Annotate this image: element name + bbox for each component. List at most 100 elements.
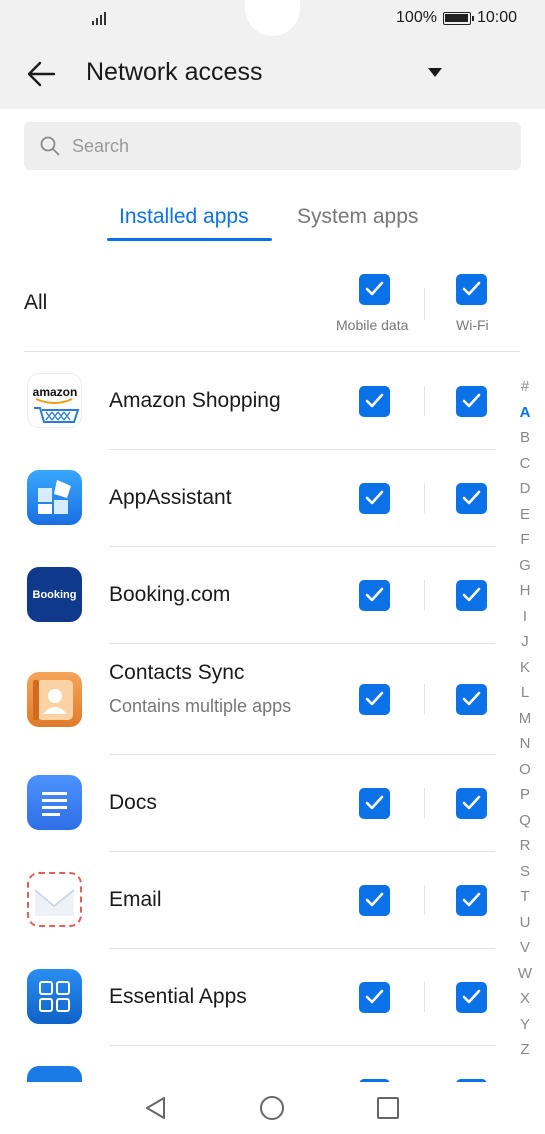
amazon-mobile-data-checkbox[interactable]	[359, 386, 390, 417]
app-name: Email	[109, 888, 162, 911]
booking-mobile-data-checkbox[interactable]	[359, 580, 390, 611]
dropdown-menu-icon[interactable]	[428, 68, 442, 77]
row-divider	[109, 449, 495, 450]
contacts-sync-wifi-checkbox[interactable]	[456, 684, 487, 715]
alphabet-index-letter[interactable]: N	[512, 735, 538, 752]
column-divider	[424, 885, 425, 915]
alphabet-index-letter[interactable]: V	[512, 939, 538, 956]
alphabet-index-letter[interactable]: T	[512, 888, 538, 905]
booking-icon: Booking	[27, 567, 82, 622]
column-divider	[424, 982, 425, 1012]
appassistant-wifi-checkbox[interactable]	[456, 483, 487, 514]
email-icon	[27, 872, 82, 927]
alphabet-index-letter[interactable]: X	[512, 990, 538, 1007]
essential-apps-icon	[27, 969, 82, 1024]
app-name: AppAssistant	[109, 486, 232, 509]
checkmark-icon	[365, 892, 384, 907]
all-wifi-checkbox[interactable]	[456, 274, 487, 305]
contacts-sync-mobile-data-checkbox[interactable]	[359, 684, 390, 715]
checkmark-icon	[365, 490, 384, 505]
svg-text:Booking: Booking	[33, 589, 77, 601]
checkmark-icon	[365, 795, 384, 810]
battery-percentage: 100%	[396, 9, 437, 26]
checkmark-icon	[462, 892, 481, 907]
search-bar[interactable]	[24, 122, 521, 170]
checkmark-icon	[365, 587, 384, 602]
column-divider	[424, 684, 425, 714]
page-title: Network access	[86, 58, 263, 86]
nav-recents-icon[interactable]	[375, 1095, 401, 1121]
search-input[interactable]	[72, 130, 492, 162]
alphabet-index-letter[interactable]: M	[512, 710, 538, 727]
docs-mobile-data-checkbox[interactable]	[359, 788, 390, 819]
navigation-bar	[0, 1082, 545, 1134]
row-divider	[109, 948, 495, 949]
checkmark-icon	[365, 281, 384, 296]
docs-wifi-checkbox[interactable]	[456, 788, 487, 819]
active-tab-indicator	[107, 238, 272, 241]
alphabet-index-letter[interactable]: B	[512, 429, 538, 446]
alphabet-index-letter[interactable]: #	[512, 378, 538, 395]
essential-apps-mobile-data-checkbox[interactable]	[359, 982, 390, 1013]
alphabet-index-letter[interactable]: P	[512, 786, 538, 803]
alphabet-index-letter[interactable]: W	[512, 965, 538, 982]
battery-icon	[442, 11, 474, 25]
checkmark-icon	[462, 691, 481, 706]
appassistant-icon	[27, 470, 82, 525]
app-name: Docs	[109, 791, 157, 814]
alphabet-index-letter[interactable]: K	[512, 659, 538, 676]
checkmark-icon	[462, 989, 481, 1004]
alphabet-index-letter[interactable]: R	[512, 837, 538, 854]
checkmark-icon	[365, 989, 384, 1004]
email-mobile-data-checkbox[interactable]	[359, 885, 390, 916]
app-subtitle: Contains multiple apps	[109, 696, 292, 716]
search-icon	[40, 136, 60, 156]
alphabet-index-letter[interactable]: Q	[512, 812, 538, 829]
back-button[interactable]	[24, 56, 60, 92]
contacts-sync-icon	[27, 672, 82, 727]
alphabet-index-letter[interactable]: U	[512, 914, 538, 931]
tab-installed-apps[interactable]: Installed apps	[119, 205, 249, 229]
row-divider	[109, 1045, 495, 1046]
alphabet-index-letter[interactable]: S	[512, 863, 538, 880]
checkmark-icon	[462, 795, 481, 810]
tab-system-apps[interactable]: System apps	[297, 205, 418, 229]
mobile-data-column-label: Mobile data	[336, 317, 409, 333]
alphabet-index-letter[interactable]: G	[512, 557, 538, 574]
svg-text:amazon: amazon	[33, 385, 78, 399]
alphabet-index-letter[interactable]: A	[512, 404, 538, 421]
alphabet-index-letter[interactable]: L	[512, 684, 538, 701]
status-bar-right: 100% 10:00	[396, 9, 517, 27]
essential-apps-wifi-checkbox[interactable]	[456, 982, 487, 1013]
alphabet-index-letter[interactable]: Y	[512, 1016, 538, 1033]
column-divider	[424, 386, 425, 416]
booking-wifi-checkbox[interactable]	[456, 580, 487, 611]
nav-home-icon[interactable]	[259, 1095, 285, 1121]
app-name: Contacts Sync	[109, 661, 245, 684]
back-arrow-icon	[27, 61, 56, 87]
alphabet-index-letter[interactable]: E	[512, 506, 538, 523]
alphabet-index-letter[interactable]: D	[512, 480, 538, 497]
column-divider	[424, 288, 425, 320]
all-mobile-data-checkbox[interactable]	[359, 274, 390, 305]
column-divider	[424, 483, 425, 513]
row-divider	[109, 754, 495, 755]
nav-back-icon[interactable]	[143, 1095, 169, 1121]
alphabet-index-letter[interactable]: J	[512, 633, 538, 650]
amazon-shopping-icon: amazon	[27, 373, 82, 428]
signal-icon	[92, 11, 110, 25]
alphabet-index-letter[interactable]: Z	[512, 1041, 538, 1058]
checkmark-icon	[462, 393, 481, 408]
alphabet-index-letter[interactable]: H	[512, 582, 538, 599]
alphabet-index-letter[interactable]: F	[512, 531, 538, 548]
amazon-wifi-checkbox[interactable]	[456, 386, 487, 417]
docs-icon	[27, 775, 82, 830]
email-wifi-checkbox[interactable]	[456, 885, 487, 916]
alphabet-index-letter[interactable]: I	[512, 608, 538, 625]
alphabet-index-letter[interactable]: O	[512, 761, 538, 778]
app-name: Amazon Shopping	[109, 389, 281, 412]
alphabet-index-letter[interactable]: C	[512, 455, 538, 472]
checkmark-icon	[365, 691, 384, 706]
appassistant-mobile-data-checkbox[interactable]	[359, 483, 390, 514]
row-divider	[109, 643, 495, 644]
